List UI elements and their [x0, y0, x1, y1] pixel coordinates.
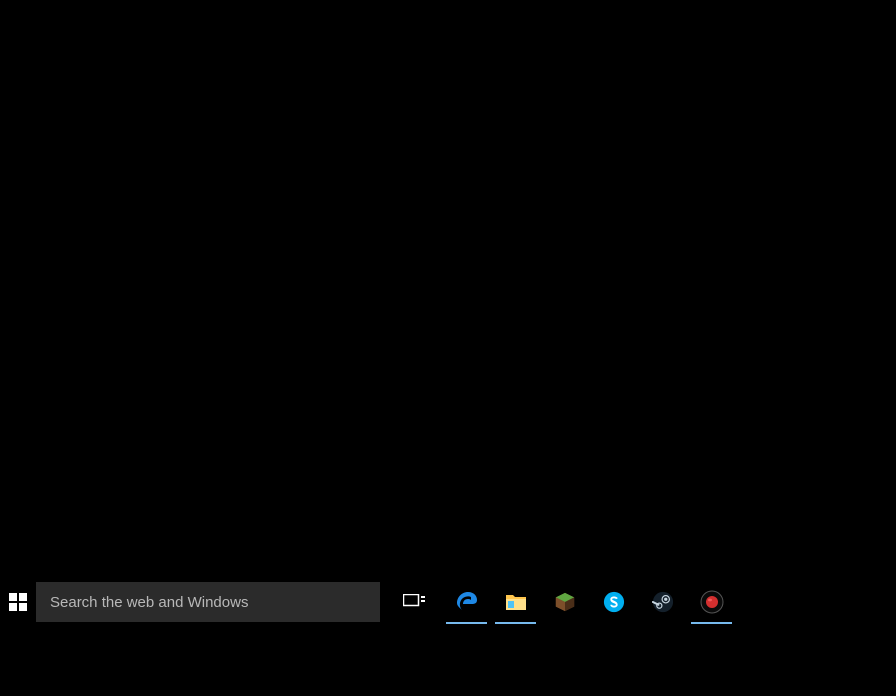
search-input[interactable] — [36, 582, 380, 622]
minecraft-icon — [553, 590, 577, 614]
taskbar-app-minecraft[interactable] — [540, 582, 589, 622]
taskbar-app-file-explorer[interactable] — [491, 582, 540, 622]
taskbar — [0, 582, 896, 622]
edge-icon — [455, 590, 479, 614]
task-view-button[interactable] — [390, 582, 438, 622]
skype-icon — [602, 590, 626, 614]
steam-icon — [651, 590, 675, 614]
taskbar-app-skype[interactable] — [589, 582, 638, 622]
taskbar-app-record[interactable] — [687, 582, 736, 622]
file-explorer-icon — [504, 590, 528, 614]
windows-icon — [9, 593, 27, 611]
taskbar-app-edge[interactable] — [442, 582, 491, 622]
taskbar-app-steam[interactable] — [638, 582, 687, 622]
start-button[interactable] — [0, 582, 36, 622]
record-icon — [700, 590, 724, 614]
taskbar-apps — [442, 582, 736, 622]
task-view-icon — [403, 594, 425, 610]
